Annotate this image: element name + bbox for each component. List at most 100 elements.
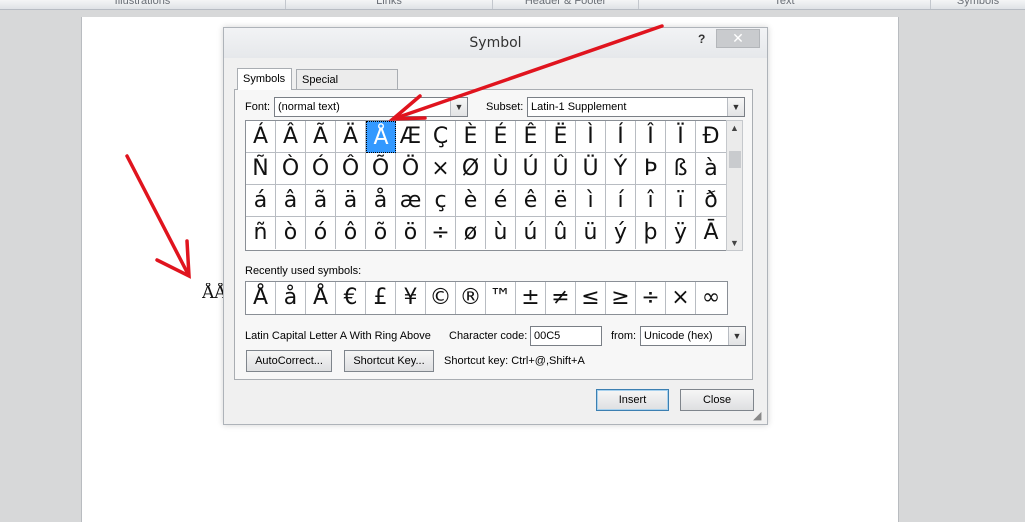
symbol-cell[interactable]: Í	[606, 121, 636, 153]
symbol-cell[interactable]: ý	[606, 217, 636, 249]
symbol-cell[interactable]: Ð	[696, 121, 726, 153]
symbol-cell[interactable]: Ā	[696, 217, 726, 249]
symbol-cell[interactable]: Ê	[516, 121, 546, 153]
recent-symbol-cell[interactable]: £	[366, 282, 396, 314]
symbol-cell[interactable]: ã	[306, 185, 336, 217]
symbol-cell[interactable]: Ý	[606, 153, 636, 185]
recent-symbol-cell[interactable]: ≤	[576, 282, 606, 314]
symbol-cell[interactable]: ö	[396, 217, 426, 249]
symbol-cell[interactable]: Î	[636, 121, 666, 153]
symbol-cell[interactable]: ñ	[246, 217, 276, 249]
symbol-cell[interactable]: à	[696, 153, 726, 185]
ribbon-group-illustrations[interactable]: Illustrations	[0, 0, 286, 9]
scrollbar-thumb[interactable]	[729, 151, 741, 168]
autocorrect-button[interactable]: AutoCorrect...	[246, 350, 332, 372]
symbol-cell[interactable]: Ú	[516, 153, 546, 185]
symbol-cell[interactable]: ç	[426, 185, 456, 217]
symbol-cell[interactable]: Ä	[336, 121, 366, 153]
symbol-cell[interactable]: õ	[366, 217, 396, 249]
recent-symbol-cell[interactable]: ÷	[636, 282, 666, 314]
recent-symbol-cell[interactable]: Å	[246, 282, 276, 314]
symbol-cell[interactable]: Ì	[576, 121, 606, 153]
recent-symbol-cell[interactable]: Å	[306, 282, 336, 314]
symbol-cell[interactable]: Ë	[546, 121, 576, 153]
symbol-cell[interactable]: Ã	[306, 121, 336, 153]
symbol-cell[interactable]: ×	[426, 153, 456, 185]
symbol-cell[interactable]: Ö	[396, 153, 426, 185]
symbol-cell[interactable]: Á	[246, 121, 276, 153]
font-dropdown[interactable]: (normal text) ▼	[274, 97, 468, 117]
symbol-cell[interactable]: é	[486, 185, 516, 217]
symbol-cell[interactable]: Ø	[456, 153, 486, 185]
symbol-cell[interactable]: å	[366, 185, 396, 217]
symbol-cell[interactable]: ò	[276, 217, 306, 249]
character-code-input[interactable]: 00C5	[530, 326, 602, 346]
ribbon-group-text[interactable]: Text	[639, 0, 931, 9]
ribbon-group-links[interactable]: Links	[286, 0, 493, 9]
symbol-cell[interactable]: ø	[456, 217, 486, 249]
recent-symbol-cell[interactable]: ×	[666, 282, 696, 314]
symbol-cell[interactable]: Ó	[306, 153, 336, 185]
tab-symbols[interactable]: Symbols	[237, 68, 292, 90]
recent-symbol-cell[interactable]: ®	[456, 282, 486, 314]
symbol-cell[interactable]: Ô	[336, 153, 366, 185]
recent-symbol-cell[interactable]: ≠	[546, 282, 576, 314]
symbol-cell[interactable]: ß	[666, 153, 696, 185]
insert-button[interactable]: Insert	[596, 389, 669, 411]
dialog-titlebar[interactable]: Symbol ? ✕	[224, 28, 767, 58]
shortcut-key-button[interactable]: Shortcut Key...	[344, 350, 434, 372]
recent-symbol-cell[interactable]: €	[336, 282, 366, 314]
symbol-grid-scrollbar[interactable]: ▲ ▼	[726, 120, 743, 251]
help-button[interactable]: ?	[698, 32, 705, 46]
symbol-cell[interactable]: è	[456, 185, 486, 217]
symbol-cell[interactable]: Ò	[276, 153, 306, 185]
from-dropdown[interactable]: Unicode (hex) ▼	[640, 326, 746, 346]
symbol-cell[interactable]: Ñ	[246, 153, 276, 185]
chevron-down-icon[interactable]: ▼	[728, 327, 745, 345]
recent-symbol-cell[interactable]: ∞	[696, 282, 726, 314]
symbol-cell[interactable]: û	[546, 217, 576, 249]
symbol-cell[interactable]: Â	[276, 121, 306, 153]
close-icon[interactable]: ✕	[716, 29, 760, 48]
resize-grip-icon[interactable]: ◢	[753, 409, 761, 422]
symbol-cell[interactable]: ú	[516, 217, 546, 249]
symbol-cell[interactable]: ù	[486, 217, 516, 249]
symbol-cell[interactable]: È	[456, 121, 486, 153]
symbol-cell[interactable]: â	[276, 185, 306, 217]
recent-symbol-cell[interactable]: ©	[426, 282, 456, 314]
chevron-down-icon[interactable]: ▼	[727, 98, 744, 116]
symbol-cell[interactable]: Þ	[636, 153, 666, 185]
symbol-cell[interactable]: ä	[336, 185, 366, 217]
symbol-cell[interactable]: ï	[666, 185, 696, 217]
recent-symbol-cell[interactable]: ≥	[606, 282, 636, 314]
symbol-cell[interactable]: ê	[516, 185, 546, 217]
chevron-down-icon[interactable]: ▼	[450, 98, 467, 116]
scroll-up-icon[interactable]: ▲	[727, 123, 742, 133]
symbol-cell[interactable]: þ	[636, 217, 666, 249]
symbol-cell-selected[interactable]: Å	[366, 121, 396, 153]
symbol-cell[interactable]: Ù	[486, 153, 516, 185]
symbol-cell[interactable]: Û	[546, 153, 576, 185]
symbol-cell[interactable]: ü	[576, 217, 606, 249]
symbol-cell[interactable]: ÿ	[666, 217, 696, 249]
subset-dropdown[interactable]: Latin-1 Supplement ▼	[527, 97, 745, 117]
symbol-cell[interactable]: ó	[306, 217, 336, 249]
ribbon-group-header-footer[interactable]: Header & Footer	[493, 0, 639, 9]
symbol-cell[interactable]: É	[486, 121, 516, 153]
tab-special-characters[interactable]: Special Characters	[296, 69, 398, 106]
symbol-cell[interactable]: ì	[576, 185, 606, 217]
symbol-cell[interactable]: Ç	[426, 121, 456, 153]
symbol-cell[interactable]: ð	[696, 185, 726, 217]
symbol-cell[interactable]: í	[606, 185, 636, 217]
symbol-cell[interactable]: æ	[396, 185, 426, 217]
symbol-cell[interactable]: Ï	[666, 121, 696, 153]
close-button[interactable]: Close	[680, 389, 754, 411]
symbol-cell[interactable]: Õ	[366, 153, 396, 185]
recent-symbol-cell[interactable]: ™	[486, 282, 516, 314]
recent-symbol-cell[interactable]: ±	[516, 282, 546, 314]
scroll-down-icon[interactable]: ▼	[727, 238, 742, 248]
symbol-cell[interactable]: Ü	[576, 153, 606, 185]
recent-symbol-cell[interactable]: å	[276, 282, 306, 314]
symbol-cell[interactable]: ÷	[426, 217, 456, 249]
symbol-cell[interactable]: á	[246, 185, 276, 217]
